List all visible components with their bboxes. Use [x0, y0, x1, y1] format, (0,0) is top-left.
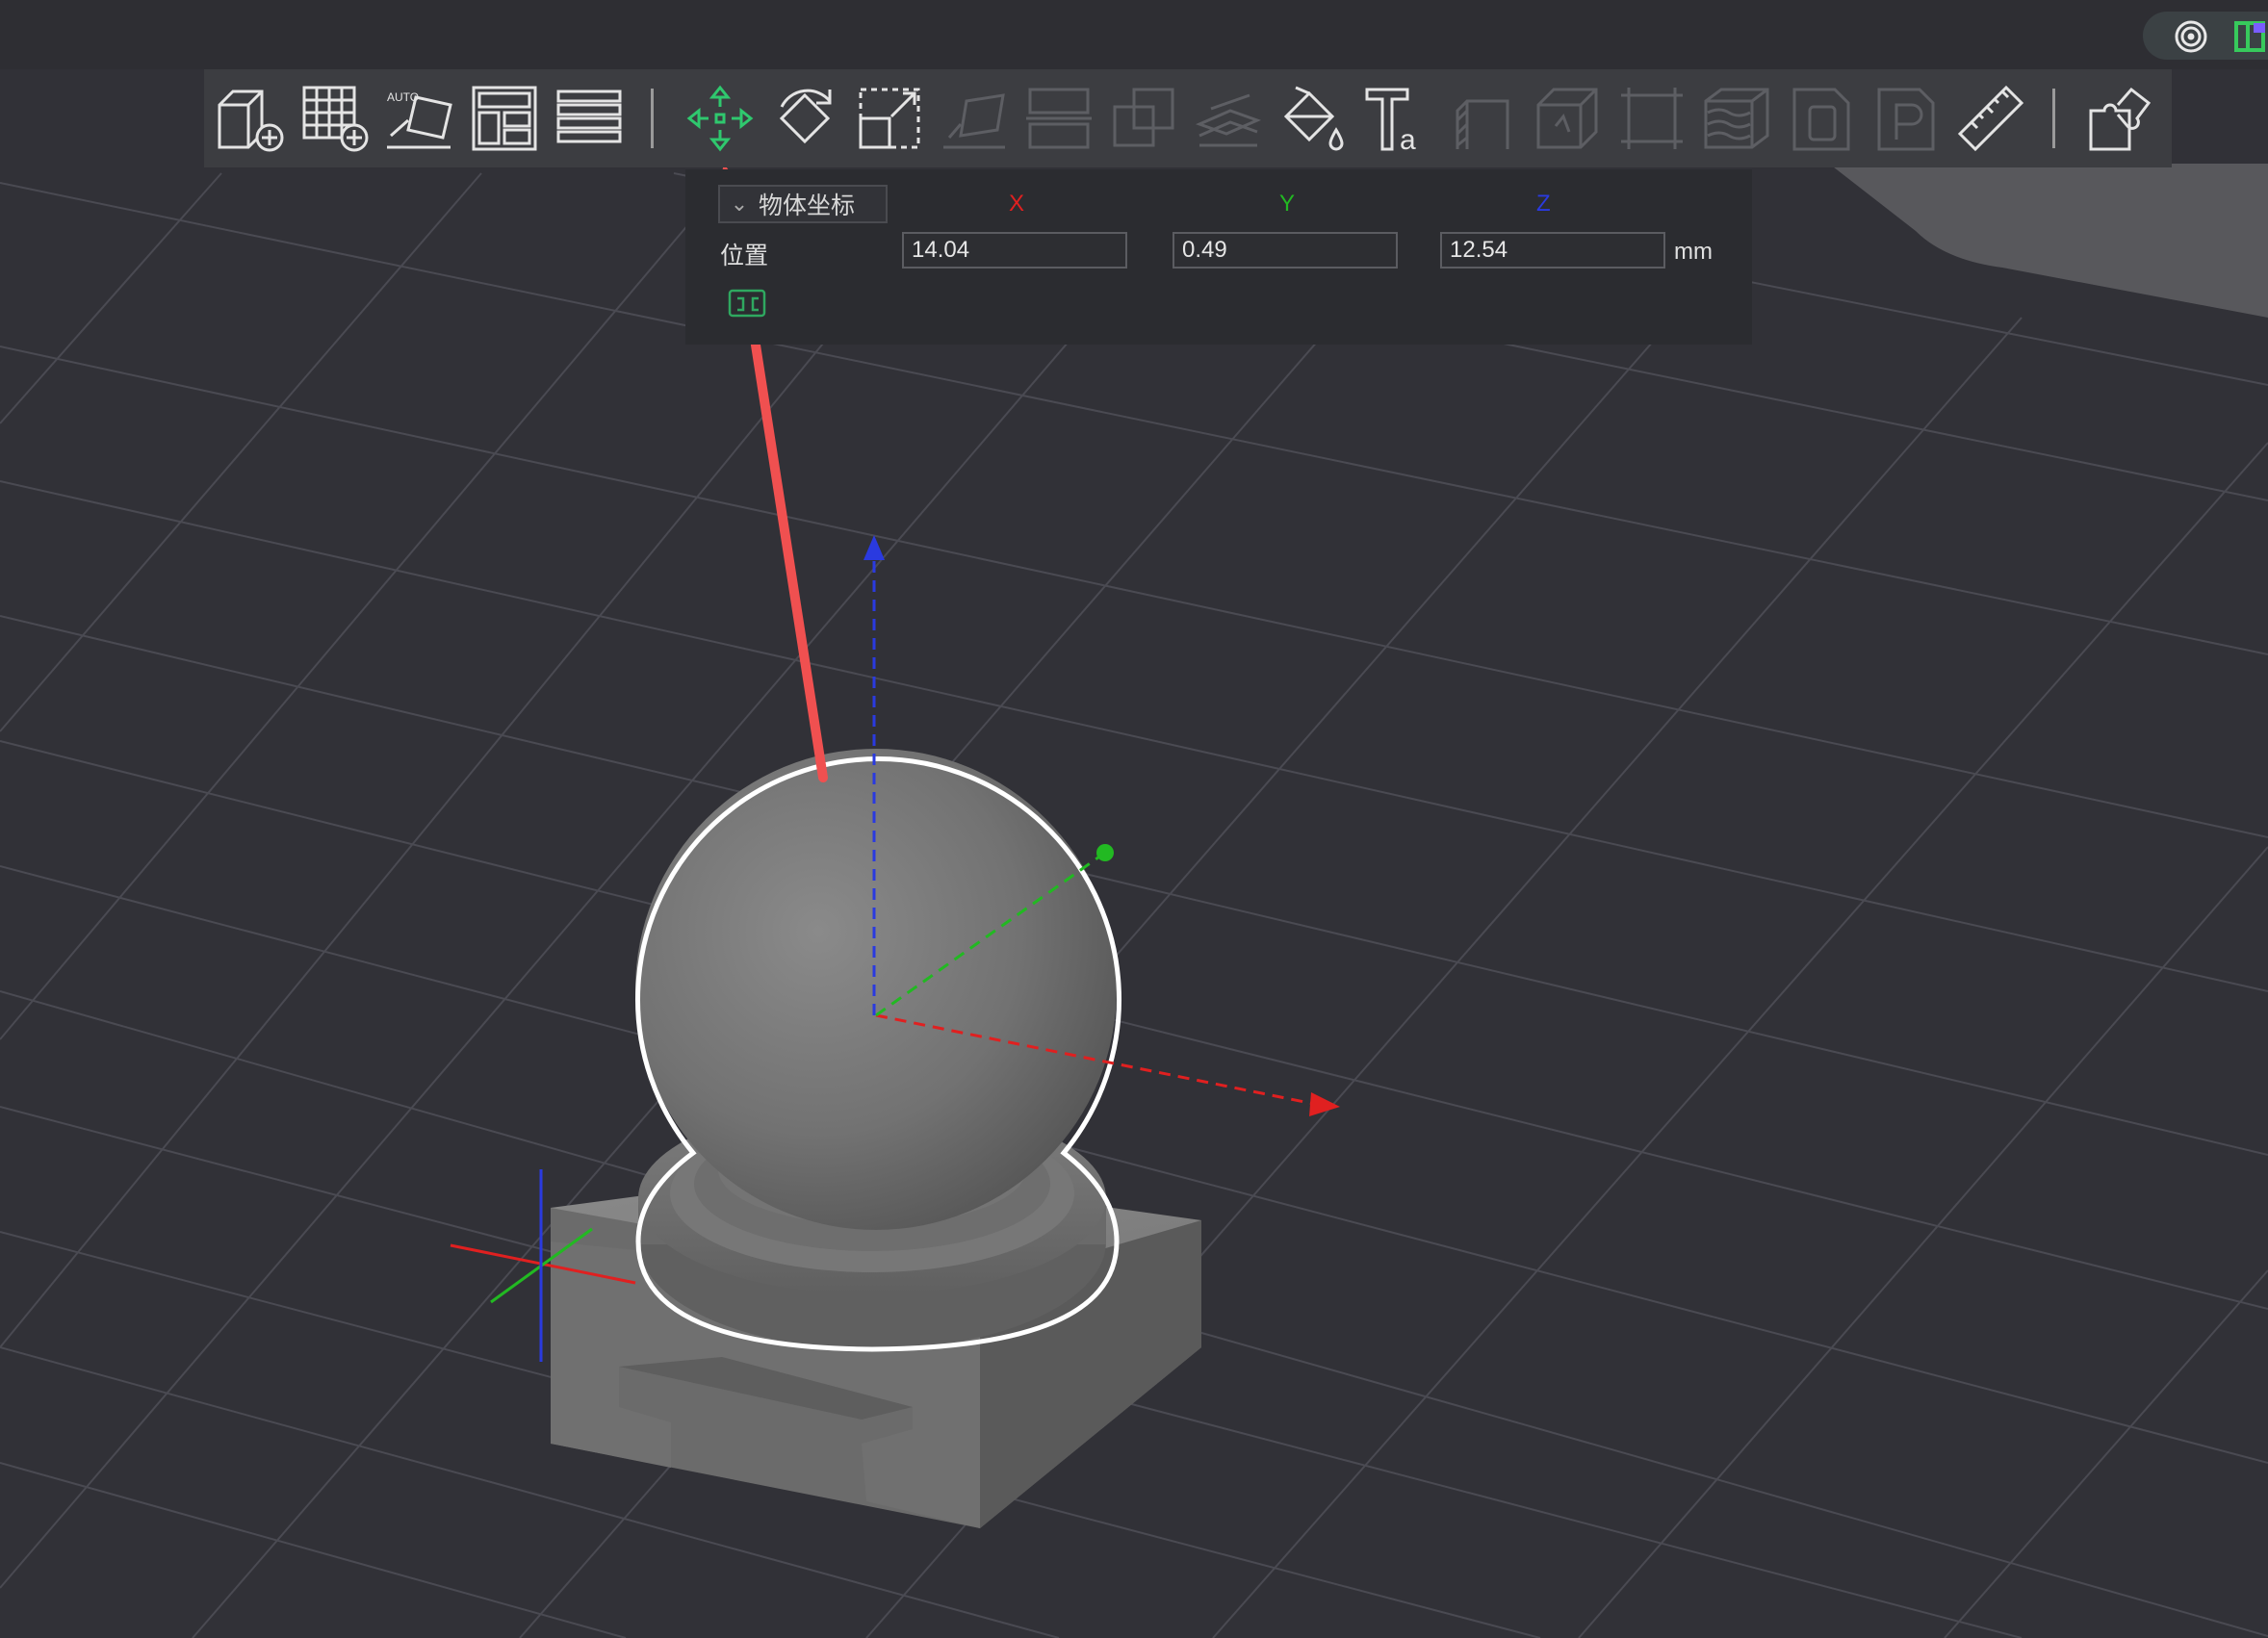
height-range-icon [1704, 88, 1769, 149]
mesh-repair-icon [1621, 88, 1683, 149]
paint-icon [1283, 86, 1344, 151]
coordinate-system-label: 物体坐标 [759, 192, 856, 219]
split-button[interactable] [1020, 80, 1097, 157]
measure-icon [1957, 85, 2024, 152]
move-tool-button[interactable] [682, 80, 759, 157]
move-coordinate-panel: ⌄ 物体坐标 X Y Z 位置 mm [685, 169, 1752, 345]
text-tool-button[interactable]: a [1359, 80, 1436, 157]
z-axis-label: Z [1536, 191, 1551, 217]
assembly-button[interactable] [2081, 80, 2158, 157]
pin-button[interactable] [1868, 80, 1945, 157]
svg-text:a: a [1400, 124, 1416, 155]
support-button[interactable] [1444, 80, 1521, 157]
build-plate-grid [0, 172, 2268, 1638]
auto-layout-icon: AUTO [387, 90, 452, 149]
assembly-icon [2089, 87, 2152, 151]
add-grid-button[interactable] [296, 80, 374, 157]
layers-button[interactable] [551, 80, 628, 157]
layers-icon [556, 90, 622, 143]
cut-button[interactable] [1190, 80, 1267, 157]
measure-button[interactable] [1952, 80, 2029, 157]
add-model-icon [218, 90, 284, 152]
arrange-button[interactable] [466, 80, 543, 157]
text-icon: a [1365, 88, 1416, 155]
toolbar-separator [651, 89, 654, 148]
chevron-down-icon: ⌄ [730, 192, 749, 216]
main-toolbar: AUTO a [204, 69, 2172, 167]
position-z-input[interactable] [1440, 232, 1665, 269]
add-grid-icon [302, 86, 369, 152]
coordinate-system-dropdown[interactable]: ⌄ 物体坐标 [718, 185, 888, 223]
position-x-input[interactable] [902, 232, 1127, 269]
hollow-icon [1536, 88, 1598, 149]
z-axis-handle-icon [863, 535, 885, 560]
position-y-input[interactable] [1173, 232, 1398, 269]
lay-flat-icon [943, 93, 1005, 149]
drill-button[interactable] [1783, 80, 1860, 157]
unit-label: mm [1674, 239, 1713, 265]
split-icon [1026, 88, 1092, 149]
pin-icon [1877, 88, 1935, 151]
x-axis-handle-icon [1309, 1092, 1340, 1116]
y-axis-handle-icon [1096, 844, 1114, 861]
boolean-button[interactable] [1105, 80, 1182, 157]
x-axis-label: X [1009, 191, 1025, 217]
drill-icon [1792, 88, 1850, 151]
rotate-icon [779, 89, 832, 144]
scale-tool-button[interactable] [851, 80, 928, 157]
lay-flat-button[interactable] [936, 80, 1013, 157]
drop-to-plate-icon[interactable] [728, 289, 768, 320]
boolean-icon [1113, 88, 1174, 147]
rotate-tool-button[interactable] [766, 80, 843, 157]
toolbar-separator [2052, 89, 2055, 148]
add-model-button[interactable] [212, 80, 289, 157]
cut-icon [1195, 93, 1262, 147]
model-object[interactable] [551, 749, 1201, 1528]
arrange-icon [472, 86, 537, 151]
y-axis-label: Y [1279, 191, 1296, 217]
paint-tool-button[interactable] [1275, 80, 1352, 157]
auto-layout-button[interactable]: AUTO [381, 80, 458, 157]
move-icon [686, 85, 754, 152]
support-icon [1456, 99, 1509, 149]
hollow-button[interactable] [1529, 80, 1606, 157]
height-range-button[interactable] [1698, 80, 1775, 157]
build-plate-edge [1829, 164, 2268, 318]
position-label: 位置 [720, 243, 769, 269]
mesh-repair-button[interactable] [1613, 80, 1690, 157]
scale-icon [859, 88, 920, 149]
